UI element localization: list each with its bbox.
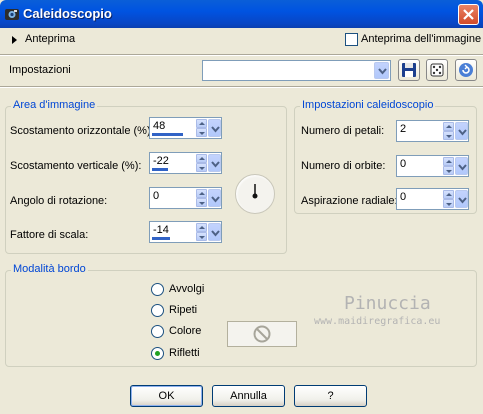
radial-suction-spinbox[interactable]: 0: [396, 188, 469, 210]
title-bar: Caleidoscopio: [0, 0, 483, 28]
chevron-down-icon: [458, 197, 467, 204]
chevron-down-icon: [458, 164, 467, 171]
orbits-spinbox[interactable]: 0: [396, 155, 469, 177]
reset-icon: [459, 63, 473, 77]
preview-checkbox[interactable]: [345, 33, 358, 46]
radial-suction-label: Aspirazione radiale:: [301, 195, 398, 207]
petals-value: 2: [400, 123, 407, 135]
close-icon: [463, 9, 474, 20]
rotation-spinbox[interactable]: 0: [149, 187, 222, 209]
h-offset-value: 48: [153, 120, 166, 132]
app-icon: [4, 6, 20, 22]
v-offset-value: -22: [153, 155, 169, 167]
separator: [0, 86, 483, 88]
scale-level: [152, 237, 170, 240]
close-button[interactable]: [458, 4, 479, 25]
h-offset-label: Scostamento orizzontale (%):: [10, 125, 154, 137]
rotation-stepper[interactable]: [196, 189, 207, 207]
radio-avvolgi[interactable]: [151, 283, 164, 296]
orbits-dropdown[interactable]: [455, 157, 468, 175]
watermark-name: Pinuccia: [344, 293, 431, 314]
radial-suction-dropdown[interactable]: [455, 190, 468, 208]
reset-button[interactable]: [455, 59, 477, 81]
chevron-down-icon: [211, 126, 220, 133]
chevron-down-icon: [211, 196, 220, 203]
preview-checkbox-label[interactable]: Anteprima dell'immagine: [361, 33, 481, 45]
h-offset-stepper[interactable]: [196, 119, 207, 137]
radio-colore[interactable]: [151, 325, 164, 338]
settings-dropdown-button[interactable]: [374, 62, 389, 79]
chevron-down-icon: [211, 230, 220, 237]
window-title: Caleidoscopio: [23, 6, 112, 21]
cancel-button[interactable]: Annulla: [212, 385, 285, 407]
image-area-title: Area d'immagine: [11, 99, 98, 111]
chevron-down-icon: [458, 129, 467, 136]
rotation-value: 0: [153, 190, 160, 202]
watermark-url: www.maidiregrafica.eu: [314, 316, 441, 327]
v-offset-stepper[interactable]: [196, 154, 207, 172]
v-offset-label: Scostamento verticale (%):: [10, 160, 142, 172]
chevron-down-icon: [211, 161, 220, 168]
scale-label: Fattore di scala:: [10, 229, 89, 241]
h-offset-level: [152, 133, 183, 136]
chevron-down-icon: [378, 68, 387, 75]
preview-label[interactable]: Anteprima: [25, 33, 75, 45]
v-offset-level: [152, 168, 168, 171]
rotation-dial[interactable]: [235, 174, 275, 214]
radio-rifletti-label[interactable]: Rifletti: [169, 347, 200, 359]
randomize-button[interactable]: [426, 59, 448, 81]
radial-suction-value: 0: [400, 191, 407, 203]
dice-icon: [430, 63, 444, 77]
border-mode-title: Modalità bordo: [11, 263, 88, 275]
h-offset-spinbox[interactable]: 48: [149, 117, 222, 139]
petals-stepper[interactable]: [443, 122, 454, 140]
settings-label: Impostazioni: [9, 64, 71, 76]
scale-value: -14: [153, 224, 169, 236]
expand-preview-icon[interactable]: [12, 36, 17, 44]
radio-ripeti-label[interactable]: Ripeti: [169, 304, 197, 316]
kaleido-settings-title: Impostazioni caleidoscopio: [300, 99, 436, 111]
orbits-stepper[interactable]: [443, 157, 454, 175]
petals-dropdown[interactable]: [455, 122, 468, 140]
save-icon: [402, 63, 416, 77]
v-offset-spinbox[interactable]: -22: [149, 152, 222, 174]
scale-stepper[interactable]: [196, 223, 207, 241]
settings-combo[interactable]: [202, 60, 391, 81]
petals-label: Numero di petali:: [301, 125, 385, 137]
radial-suction-stepper[interactable]: [443, 190, 454, 208]
radio-colore-label[interactable]: Colore: [169, 325, 201, 337]
rotation-label: Angolo di rotazione:: [10, 195, 108, 207]
ok-button[interactable]: OK: [130, 385, 203, 407]
help-button[interactable]: ?: [294, 385, 367, 407]
h-offset-dropdown[interactable]: [208, 119, 221, 137]
petals-spinbox[interactable]: 2: [396, 120, 469, 142]
dial-pointer-icon: [252, 184, 258, 199]
orbits-label: Numero di orbite:: [301, 160, 386, 172]
disabled-icon: [253, 325, 271, 343]
border-color-swatch[interactable]: [227, 321, 297, 347]
separator: [0, 54, 483, 56]
radio-ripeti[interactable]: [151, 304, 164, 317]
scale-dropdown[interactable]: [208, 223, 221, 241]
radio-avvolgi-label[interactable]: Avvolgi: [169, 283, 204, 295]
orbits-value: 0: [400, 158, 407, 170]
scale-spinbox[interactable]: -14: [149, 221, 222, 243]
v-offset-dropdown[interactable]: [208, 154, 221, 172]
save-preset-button[interactable]: [398, 59, 420, 81]
radio-rifletti[interactable]: [151, 347, 164, 360]
rotation-dropdown[interactable]: [208, 189, 221, 207]
